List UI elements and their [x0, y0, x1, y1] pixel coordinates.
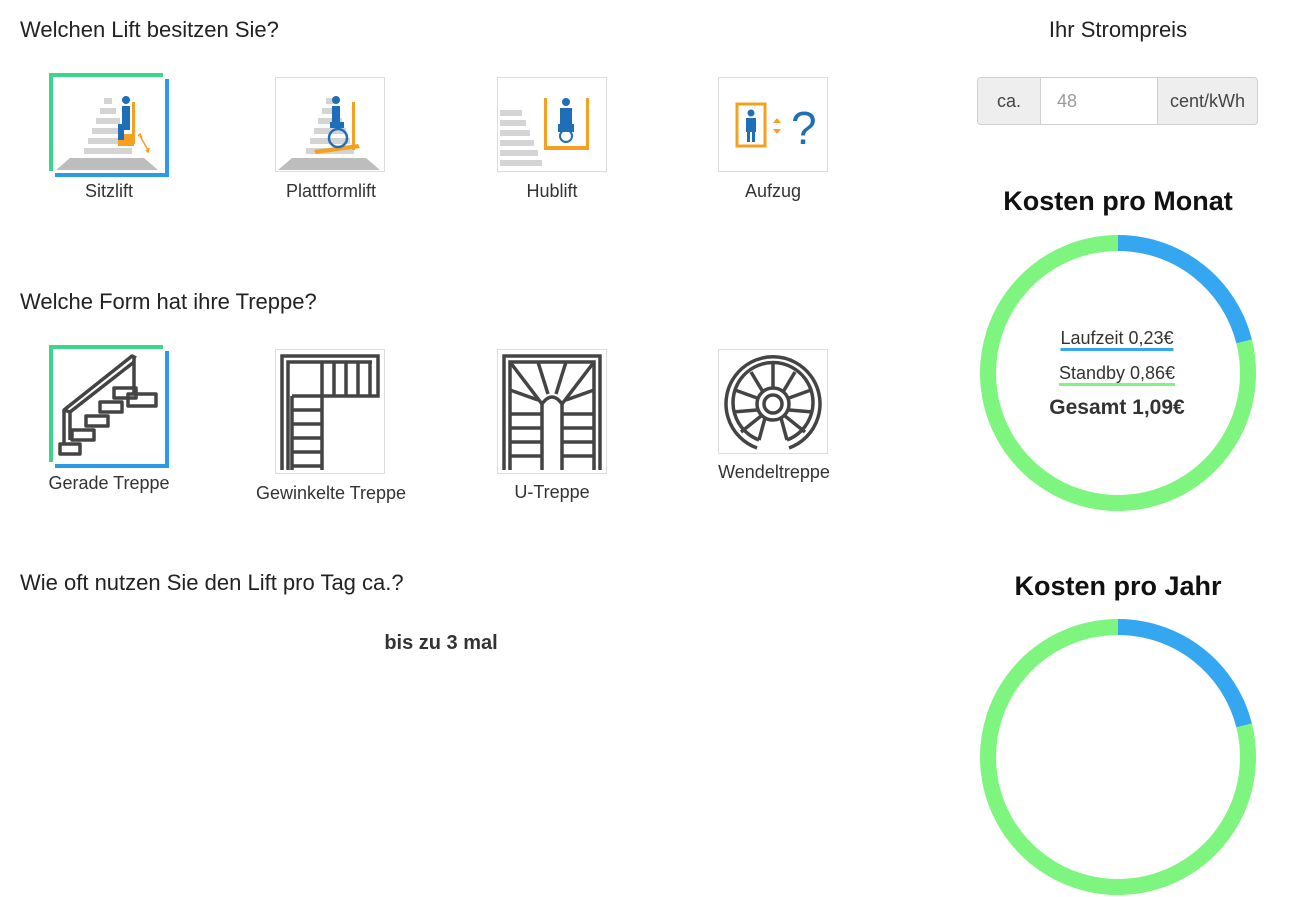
lift-option-label: Sitzlift [84, 181, 134, 201]
u-stairs-icon [502, 354, 602, 470]
price-input[interactable] [1040, 78, 1158, 124]
spiral-stairs-icon [724, 355, 822, 450]
monthly-standby-label: Standby 0,86€ [1058, 363, 1176, 386]
platform-lift-icon [278, 96, 380, 170]
yearly-title: Kosten pro Jahr [1014, 571, 1222, 601]
stair-option-label: Wendeltreppe [718, 462, 830, 482]
vertical-lift-icon [500, 98, 589, 166]
svg-text:?: ? [791, 102, 817, 154]
yearly-donut-chart [980, 619, 1256, 895]
price-prefix: ca. [978, 78, 1040, 124]
monthly-slice-laufzeit [1117, 235, 1252, 344]
question-usage: Wie oft nutzen Sie den Lift pro Tag ca.? [20, 570, 404, 595]
stair-option-gerade[interactable] [54, 350, 164, 463]
stair-option-wendel[interactable] [718, 349, 828, 454]
lift-option-label: Hublift [526, 181, 578, 201]
price-suffix: cent/kWh [1158, 78, 1257, 124]
yearly-slice-laufzeit [1117, 619, 1252, 728]
elevator-question-icon: ? [735, 102, 817, 154]
price-title: Ihr Strompreis [1048, 17, 1188, 42]
stair-option-gewinkelte[interactable] [275, 349, 385, 474]
lift-option-hublift[interactable] [497, 77, 607, 172]
monthly-total: Gesamt 1,09€ [1049, 396, 1185, 419]
straight-stairs-icon [58, 354, 158, 456]
stair-option-label: Gewinkelte Treppe [255, 483, 407, 503]
lift-option-plattformlift[interactable] [275, 77, 385, 172]
stair-option-label: Gerade Treppe [48, 473, 170, 493]
monthly-runtime-label: Laufzeit 0,23€ [1060, 328, 1174, 351]
question-lift-type: Welchen Lift besitzen Sie? [20, 17, 279, 42]
stair-option-label: U-Treppe [514, 482, 590, 502]
angled-stairs-icon [280, 354, 380, 470]
stair-chair-lift-icon [56, 96, 158, 170]
question-stair-shape: Welche Form hat ihre Treppe? [20, 289, 317, 314]
lift-option-sitzlift[interactable] [54, 78, 164, 173]
price-input-group: ca. cent/kWh [977, 77, 1258, 125]
monthly-title: Kosten pro Monat [1003, 186, 1233, 216]
lift-option-aufzug[interactable]: ? [718, 77, 828, 172]
lift-option-label: Plattformlift [285, 181, 377, 201]
lift-option-label: Aufzug [744, 181, 802, 201]
stair-option-u[interactable] [497, 349, 607, 474]
usage-value: bis zu 3 mal [384, 632, 498, 654]
